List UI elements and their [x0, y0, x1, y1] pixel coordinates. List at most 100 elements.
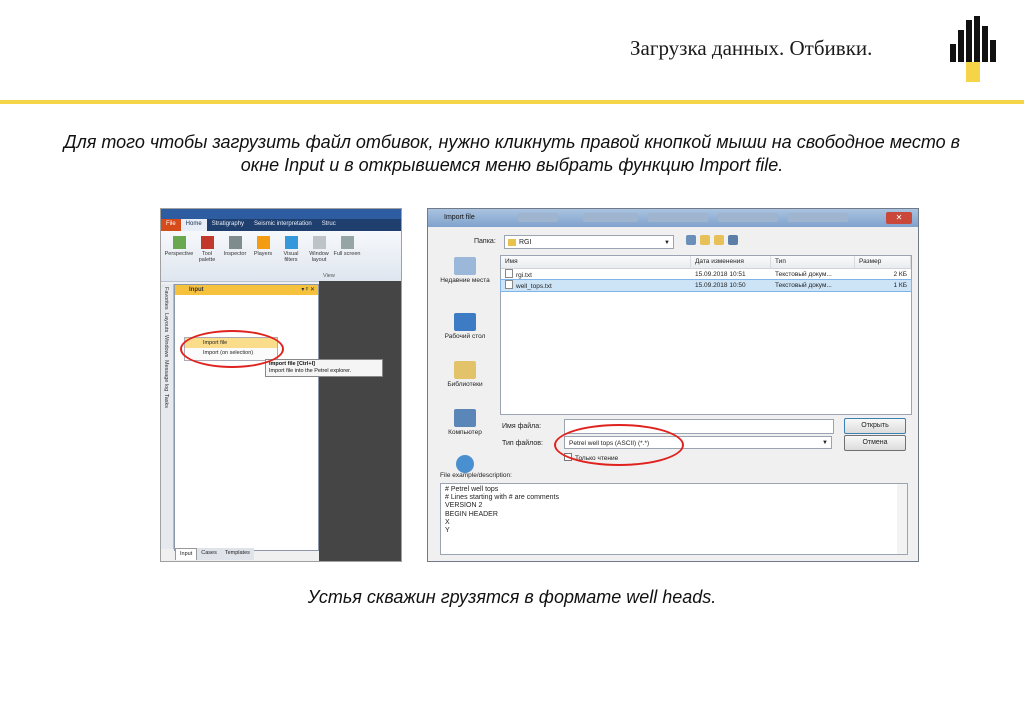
place-libraries[interactable]: Библиотеки — [432, 361, 498, 389]
highlight-oval-import-file — [180, 330, 284, 368]
players-button[interactable]: Players — [249, 231, 277, 281]
tab-home[interactable]: Home — [180, 219, 207, 231]
company-logo — [950, 16, 996, 82]
button-label: Inspector — [223, 251, 247, 257]
well-heads-caption: Устья скважин грузятся в формате well he… — [307, 587, 717, 607]
ribbon-tabs: File Home Stratigraphy Seismic interpret… — [161, 219, 401, 231]
tab-input[interactable]: Input — [175, 548, 198, 560]
chevron-down-icon: ▼ — [822, 440, 828, 446]
network-icon — [456, 455, 474, 473]
place-label: Недавние места — [440, 277, 490, 284]
file-name: rgi.txt — [516, 272, 532, 279]
file-row[interactable]: rgi.txt 15.09.2018 10:51 Текстовый докум… — [501, 269, 911, 280]
file-date: 15.09.2018 10:50 — [695, 282, 746, 289]
import-tooltip: Import file [Ctrl+I] Import file into th… — [265, 359, 383, 377]
panel-controls[interactable]: ▾ ᵖ ✕ — [301, 286, 315, 293]
close-button[interactable]: ✕ — [886, 212, 912, 224]
button-label: Visual filters — [283, 251, 299, 263]
recent-places-icon — [454, 257, 476, 275]
file-description-box[interactable]: # Petrel well tops # Lines starting with… — [440, 483, 908, 555]
button-label: Window layout — [309, 251, 329, 263]
full-screen-button[interactable]: Full screen — [333, 231, 361, 281]
tab-file[interactable]: File — [161, 219, 181, 231]
new-folder-icon[interactable] — [714, 235, 724, 245]
look-in-label: Папка: — [474, 238, 496, 245]
button-label: Perspective — [164, 251, 194, 257]
fullscreen-icon — [340, 236, 354, 249]
file-size: 2 КБ — [893, 271, 907, 278]
tab-cases[interactable]: Cases — [197, 548, 221, 560]
up-folder-icon[interactable] — [700, 235, 710, 245]
description-line: X — [445, 518, 450, 526]
description-line: VERSION 2 — [445, 502, 483, 510]
description-label: File example/description: — [440, 472, 512, 479]
button-label: Players — [253, 251, 273, 257]
input-panel-title: Input — [175, 285, 318, 295]
place-computer[interactable]: Компьютер — [432, 409, 498, 437]
tab-stratigraphy[interactable]: Stratigraphy — [207, 219, 249, 231]
tab-seismic-interpretation[interactable]: Seismic interpretation — [249, 219, 317, 231]
description-line: # Lines starting with # are comments — [445, 494, 559, 502]
file-row-selected[interactable]: well_tops.txt 15.09.2018 10:50 Текстовый… — [500, 279, 912, 292]
tooltip-title: Import file [Ctrl+I] — [269, 361, 315, 367]
import-file-dialog: Import file ✕ Папка: RGI ▼ Недавние мест… — [427, 208, 919, 562]
places-bar: Недавние места Рабочий стол Библиотеки К… — [432, 257, 498, 497]
file-list-header: Имя Дата изменения Тип Размер — [501, 256, 911, 269]
inspector-button[interactable]: Inspector — [221, 231, 249, 281]
column-name[interactable]: Имя — [501, 256, 691, 268]
column-type[interactable]: Тип — [771, 256, 855, 268]
toolbox-icon — [200, 236, 214, 249]
blurred-tab — [788, 213, 848, 222]
file-name-label: Имя файла: — [502, 423, 542, 430]
perspective-button[interactable]: Perspective — [165, 231, 193, 281]
button-label: Tool palette — [198, 251, 216, 263]
scrollbar[interactable] — [897, 484, 907, 554]
blurred-tab — [648, 213, 708, 222]
file-size: 1 КБ — [893, 282, 907, 289]
place-label: Библиотеки — [447, 381, 483, 388]
petrel-screenshot: File Home Stratigraphy Seismic interpret… — [160, 208, 402, 562]
side-tab-favorites[interactable]: Favorites — [163, 287, 169, 310]
ribbon: Perspective Tool palette Inspector Playe… — [161, 231, 401, 282]
input-panel[interactable]: Input ▾ ᵖ ✕ — [174, 284, 319, 551]
look-in-dropdown[interactable]: RGI ▼ — [504, 235, 674, 249]
blurred-tab — [718, 213, 778, 222]
tool-palette-button[interactable]: Tool palette — [193, 231, 221, 281]
side-tab-layouts[interactable]: Layouts — [163, 313, 169, 332]
description-line: # Petrel well tops — [445, 486, 499, 493]
description-line: BEGIN HEADER — [445, 510, 498, 518]
blurred-tab — [583, 213, 638, 222]
file-name: well_tops.txt — [516, 283, 552, 290]
file-type-label: Тип файлов: — [502, 440, 543, 447]
column-size[interactable]: Размер — [855, 256, 911, 268]
place-label: Компьютер — [448, 429, 482, 436]
dialog-toolbar — [686, 235, 738, 245]
column-date[interactable]: Дата изменения — [691, 256, 771, 268]
look-in-value: RGI — [519, 239, 532, 246]
quick-access-toolbar — [161, 209, 401, 219]
ribbon-group-label: View — [323, 273, 335, 279]
cancel-button[interactable]: Отмена — [844, 435, 906, 451]
dialog-body: Папка: RGI ▼ Недавние места Рабочий стол… — [428, 227, 918, 561]
open-button[interactable]: Открыть — [844, 418, 906, 434]
view-menu-icon[interactable] — [728, 235, 738, 245]
description-line: Y — [445, 527, 450, 535]
dialog-titlebar: Import file ✕ — [428, 209, 918, 227]
header-divider — [0, 100, 1024, 104]
perspective-icon — [172, 236, 186, 249]
side-tab-windows[interactable]: Windows — [163, 335, 169, 357]
back-icon[interactable] — [686, 235, 696, 245]
visual-filters-button[interactable]: Visual filters — [277, 231, 305, 281]
tab-structural[interactable]: Struc — [317, 219, 341, 231]
workspace-background — [319, 281, 401, 561]
instruction-caption: Для того чтобы загрузить файл отбивок, н… — [63, 132, 961, 175]
side-tab-message-log[interactable]: Message log — [163, 360, 169, 391]
chevron-down-icon: ▼ — [664, 240, 670, 246]
side-tab-tasks[interactable]: Tasks — [163, 394, 169, 408]
place-recent[interactable]: Недавние места — [432, 257, 498, 285]
desktop-icon — [454, 313, 476, 331]
tab-templates[interactable]: Templates — [221, 548, 254, 560]
place-desktop[interactable]: Рабочий стол — [432, 313, 498, 341]
blurred-tab — [518, 213, 558, 222]
text-file-icon — [505, 280, 513, 289]
